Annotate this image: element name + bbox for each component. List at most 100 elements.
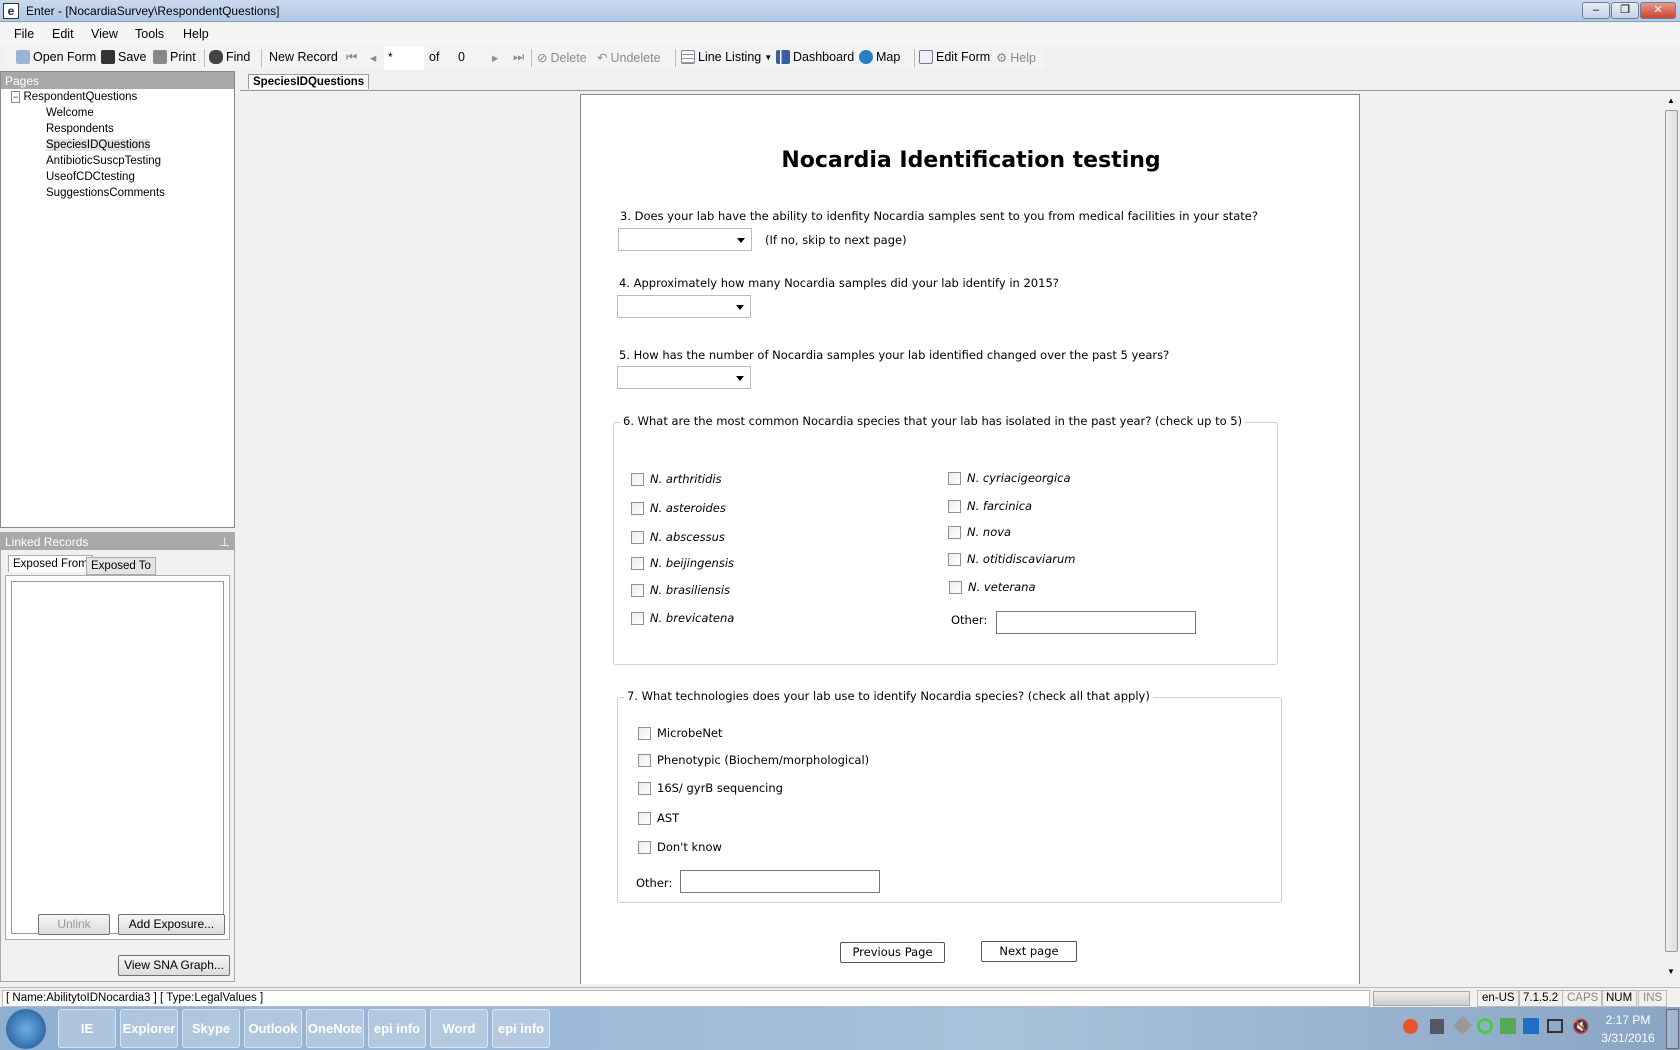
line-listing-button[interactable]: Line Listing ▼	[681, 50, 772, 64]
close-button[interactable]: ✕	[1640, 2, 1676, 19]
binoculars-icon	[209, 50, 223, 64]
scroll-down-icon[interactable]: ▼	[1667, 967, 1675, 976]
new-record-button[interactable]: New Record	[269, 50, 338, 64]
tree-item-antibiotic[interactable]: AntibioticSuscpTesting	[46, 155, 161, 167]
taskbar-skype[interactable]: Skype	[182, 1009, 240, 1048]
pin-icon[interactable]: ⊥	[220, 535, 230, 549]
checkbox-brevicatena[interactable]: N. brevicatena	[631, 611, 734, 625]
menu-view[interactable]: View	[91, 27, 118, 41]
taskbar-epiinfo-2[interactable]: epi info	[492, 1009, 550, 1048]
volume-muted-icon[interactable]: 🔇	[1572, 1018, 1589, 1035]
checkbox-nova[interactable]: N. nova	[948, 525, 1011, 539]
undelete-button[interactable]: ↶ Undelete	[597, 50, 661, 66]
q6-other-input[interactable]	[996, 611, 1196, 634]
security-icon[interactable]	[1500, 1018, 1516, 1034]
checkbox-veterana[interactable]: N. veterana	[949, 580, 1036, 594]
scrollbar-thumb[interactable]	[1665, 110, 1678, 952]
outlook-tray-icon[interactable]	[1523, 1018, 1539, 1034]
checkbox-asteroides[interactable]: N. asteroides	[631, 501, 726, 515]
taskbar-ie[interactable]: IE	[58, 1009, 116, 1048]
tab-speciesidquestions[interactable]: SpeciesIDQuestions	[248, 74, 370, 89]
checkbox-phenotypic[interactable]: Phenotypic (Biochem/morphological)	[638, 753, 869, 767]
separator	[531, 49, 532, 67]
checkbox-arthritidis[interactable]: N. arthritidis	[631, 472, 722, 486]
question-4-label: 4. Approximately how many Nocardia sampl…	[619, 276, 1059, 290]
next-record-icon[interactable]: ▸	[492, 50, 498, 65]
scroll-up-icon[interactable]: ▲	[1667, 96, 1675, 105]
question-3-dropdown[interactable]	[618, 228, 752, 251]
checkbox-beijingensis[interactable]: N. beijingensis	[631, 556, 734, 570]
taskbar-explorer[interactable]: Explorer	[120, 1009, 178, 1048]
q7-other-label: Other:	[636, 876, 673, 890]
clock-date[interactable]: 3/31/2016	[1598, 1031, 1658, 1045]
checkbox-16s-sequencing[interactable]: 16S/ gyrB sequencing	[638, 781, 783, 795]
tree-root[interactable]: − RespondentQuestions	[11, 91, 137, 103]
update-icon[interactable]	[1403, 1019, 1418, 1034]
question-4-dropdown[interactable]	[617, 295, 751, 318]
status-ins: INS	[1638, 990, 1668, 1007]
map-button[interactable]: Map	[859, 50, 900, 64]
network-diamond-icon[interactable]	[1453, 1016, 1472, 1035]
checkbox-otitidiscaviarum[interactable]: N. otitidiscaviarum	[948, 552, 1075, 566]
minimize-button[interactable]: –	[1582, 2, 1610, 19]
checkbox-cyriacigeorgica[interactable]: N. cyriacigeorgica	[948, 471, 1071, 485]
q7-other-input[interactable]	[680, 870, 880, 893]
vertical-scrollbar[interactable]: ▲ ▼	[1663, 92, 1680, 984]
menu-file[interactable]: File	[14, 27, 34, 41]
tree-item-respondents[interactable]: Respondents	[46, 123, 114, 135]
checkbox-label: Don't know	[657, 840, 722, 854]
print-button[interactable]: Print	[153, 50, 196, 64]
show-desktop-button[interactable]	[1666, 1009, 1679, 1049]
taskbar-onenote[interactable]: OneNote	[306, 1009, 364, 1048]
checkbox-brasiliensis[interactable]: N. brasiliensis	[631, 583, 730, 597]
view-sna-graph-button[interactable]: View SNA Graph...	[118, 955, 230, 976]
first-record-icon[interactable]: ⏮	[346, 50, 357, 65]
menu-edit[interactable]: Edit	[52, 27, 74, 41]
gear-icon: ⚙	[996, 51, 1008, 65]
record-number-input[interactable]: *	[384, 46, 424, 70]
find-button[interactable]: Find	[209, 50, 250, 64]
menu-tools[interactable]: Tools	[135, 27, 164, 41]
start-button[interactable]	[6, 1009, 46, 1049]
previous-page-button[interactable]: Previous Page	[840, 942, 945, 963]
delete-button[interactable]: ⊘ Delete	[537, 50, 587, 66]
status-version: 7.1.5.2	[1518, 990, 1564, 1007]
checkbox-abscessus[interactable]: N. abscessus	[631, 530, 725, 544]
menu-bar: File Edit View Tools Help	[0, 23, 1680, 45]
checkbox-dont-know[interactable]: Don't know	[638, 840, 722, 854]
survey-form: Nocardia Identification testing 3. Does …	[580, 94, 1360, 984]
checkbox-microbenet[interactable]: MicrobeNet	[638, 726, 723, 740]
tree-item-speciesidquestions[interactable]: SpeciesIDQuestions	[46, 139, 151, 151]
restore-button[interactable]: ❐	[1611, 2, 1639, 19]
linked-records-list[interactable]	[11, 581, 224, 934]
taskbar-outlook[interactable]: Outlook	[244, 1009, 302, 1048]
tree-item-suggestions[interactable]: SuggestionsComments	[46, 187, 165, 199]
dashboard-button[interactable]: Dashboard	[776, 50, 854, 64]
collapse-icon[interactable]: −	[11, 91, 21, 103]
help-button[interactable]: ⚙ Help	[996, 50, 1036, 66]
taskbar-epiinfo[interactable]: epi info	[368, 1009, 426, 1048]
tab-exposed-from[interactable]: Exposed From	[8, 555, 93, 572]
network-icon[interactable]	[1547, 1019, 1563, 1033]
last-record-icon[interactable]: ⏭	[513, 50, 524, 65]
tab-exposed-to[interactable]: Exposed To	[86, 557, 156, 575]
tree-item-useofcdc[interactable]: UseofCDCtesting	[46, 171, 135, 183]
tree-item-welcome[interactable]: Welcome	[46, 107, 94, 119]
add-exposure-button[interactable]: Add Exposure...	[118, 914, 225, 935]
save-button[interactable]: Save	[101, 50, 147, 64]
question-5-dropdown[interactable]	[617, 366, 751, 389]
taskbar-word[interactable]: Word	[430, 1009, 488, 1048]
next-page-button[interactable]: Next page	[981, 941, 1077, 962]
prev-record-icon[interactable]: ◂	[370, 50, 376, 65]
open-form-button[interactable]: Open Form	[16, 50, 96, 64]
checkbox-ast[interactable]: AST	[638, 811, 679, 825]
unlink-button[interactable]: Unlink	[38, 914, 110, 935]
usb-icon[interactable]	[1430, 1019, 1444, 1034]
checkbox-farcinica[interactable]: N. farcinica	[948, 499, 1032, 513]
clock-time[interactable]: 2:17 PM	[1598, 1013, 1658, 1027]
q6-other-label: Other:	[951, 613, 988, 627]
open-form-label: Open Form	[33, 50, 97, 64]
menu-help[interactable]: Help	[183, 27, 209, 41]
sync-icon[interactable]	[1477, 1018, 1493, 1034]
edit-form-button[interactable]: Edit Form	[919, 50, 990, 64]
